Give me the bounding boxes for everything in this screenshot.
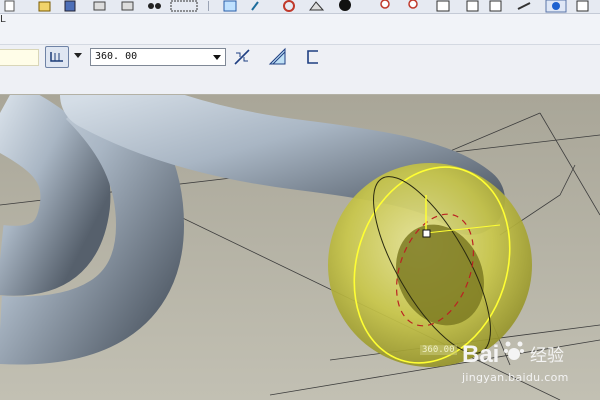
save-icon[interactable] (64, 0, 76, 12)
drag-handle[interactable] (422, 229, 431, 238)
dimension-label: 360.00 (420, 345, 457, 355)
overflow-icon[interactable] (576, 0, 589, 12)
binoculars-icon[interactable] (148, 3, 161, 9)
paw-icon (504, 341, 524, 360)
datum-plane-icon[interactable] (223, 0, 237, 12)
chevron-down-icon[interactable] (213, 55, 221, 60)
feature-dashboard (0, 14, 600, 45)
refit-icon[interactable] (436, 0, 450, 12)
watermark-cn-text: 经验 (530, 346, 564, 366)
more-icon[interactable] (121, 1, 134, 11)
main-toolbar (0, 0, 600, 14)
flip-direction-icon[interactable] (232, 47, 252, 67)
baidu-watermark: Bai 经验 (462, 336, 582, 374)
view-icon[interactable] (309, 1, 325, 11)
angle-value-select[interactable]: 360. 00 (90, 48, 226, 66)
angle-option-button[interactable] (45, 46, 69, 68)
watermark-url: jingyan.baidu.com (462, 371, 569, 384)
remove-material-icon[interactable] (268, 47, 288, 67)
watermark-logo-text: Bai (462, 341, 499, 368)
angle-value: 360. 00 (95, 51, 138, 62)
print-icon[interactable] (93, 1, 106, 11)
corner-label: L (0, 14, 6, 25)
spin-icon[interactable] (283, 0, 295, 12)
thicken-icon[interactable] (304, 47, 324, 67)
layers-icon-2[interactable] (517, 2, 531, 10)
sketch-icon[interactable] (251, 1, 259, 11)
zoom-out-icon[interactable] (408, 0, 418, 9)
zoom-in-icon[interactable] (380, 0, 390, 9)
new-icon[interactable] (4, 0, 15, 12)
option-dropdown-icon[interactable] (74, 53, 82, 58)
help-icon[interactable] (545, 0, 567, 13)
shade-icon[interactable] (339, 0, 351, 11)
view-manager-icon[interactable] (466, 0, 479, 12)
select-box-icon[interactable] (170, 0, 198, 12)
layers-icon[interactable] (489, 0, 502, 12)
open-icon[interactable] (38, 1, 51, 12)
reference-collector[interactable] (0, 49, 39, 66)
